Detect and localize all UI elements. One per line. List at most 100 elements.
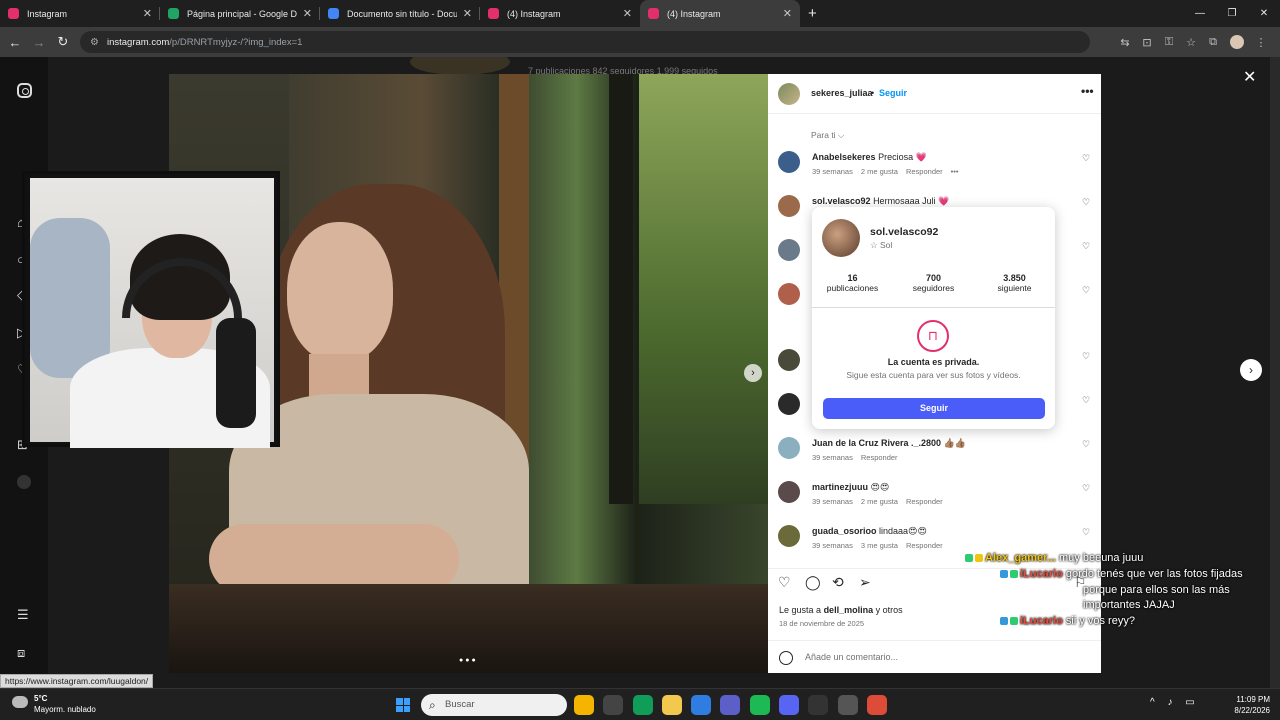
like-comment-heart-icon[interactable]: ♡ — [1082, 197, 1090, 208]
like-comment-heart-icon[interactable]: ♡ — [1082, 439, 1090, 450]
tray-chevron-icon[interactable]: ^ — [1150, 697, 1155, 708]
page-scrollbar[interactable] — [1270, 57, 1280, 688]
comment-avatar[interactable] — [778, 349, 800, 371]
microphone-icon[interactable]: ♪ — [1167, 697, 1172, 708]
password-key-icon[interactable]: ⚿ — [1158, 36, 1180, 49]
chrome-active-icon[interactable] — [866, 695, 887, 715]
comment-username[interactable]: Juan de la Cruz Rivera ._.2800 — [812, 438, 941, 448]
tab-close-icon[interactable]: ✕ — [463, 7, 472, 20]
hover-follow-button[interactable]: Seguir — [823, 398, 1045, 419]
tab-google-docs[interactable]: Documento sin título - Docum ✕ — [320, 0, 480, 27]
tab-instagram-1[interactable]: Instagram ✕ — [0, 0, 160, 27]
comment-username[interactable]: guada_osorioo — [812, 526, 877, 536]
like-comment-heart-icon[interactable]: ♡ — [1082, 527, 1090, 538]
more-options-icon[interactable]: ••• — [1081, 84, 1094, 98]
tab-instagram-active[interactable]: (4) Instagram ✕ — [640, 0, 800, 27]
comment-likes[interactable]: 3 me gusta — [861, 541, 898, 550]
add-comment-input[interactable]: Añade un comentario... — [805, 652, 898, 662]
comment-avatar[interactable] — [778, 481, 800, 503]
comment-avatar[interactable] — [778, 151, 800, 173]
comment-avatar[interactable] — [778, 283, 800, 305]
like-comment-heart-icon[interactable]: ♡ — [1082, 285, 1090, 296]
menu-icon[interactable]: ☰ — [17, 607, 29, 623]
tab-close-icon[interactable]: ✕ — [623, 7, 632, 20]
minimize-icon[interactable]: — — [1184, 0, 1216, 27]
back-arrow-icon[interactable]: ← — [3, 35, 27, 50]
address-bar[interactable]: ⚙ instagram.com/p/DRNRTmyjyz-/?img_index… — [80, 31, 1090, 53]
comment-text: lindaaa😍😍 — [879, 526, 927, 536]
install-app-icon[interactable]: ⊡ — [1136, 36, 1158, 49]
comment-avatar[interactable] — [778, 437, 800, 459]
restore-icon[interactable]: ❐ — [1216, 0, 1248, 27]
like-heart-icon[interactable]: ♡ — [778, 574, 791, 591]
comment-avatar[interactable] — [778, 525, 800, 547]
reply-button[interactable]: Responder — [906, 167, 943, 176]
tab-close-icon[interactable]: ✕ — [783, 7, 792, 20]
translate-icon[interactable]: ⇆ — [1114, 36, 1136, 49]
like-comment-heart-icon[interactable]: ♡ — [1082, 153, 1090, 164]
tab-instagram-2[interactable]: (4) Instagram ✕ — [480, 0, 640, 27]
outlook-icon[interactable] — [691, 695, 712, 715]
edge-icon[interactable] — [632, 695, 653, 715]
site-info-icon[interactable]: ⚙ — [90, 37, 99, 48]
epic-games-icon[interactable] — [808, 695, 829, 715]
author-username[interactable]: sekeres_juliaa — [811, 88, 873, 98]
comment-avatar[interactable] — [778, 195, 800, 217]
emoji-icon[interactable] — [779, 651, 793, 665]
instagram-logo-icon[interactable] — [17, 83, 32, 98]
spotify-icon[interactable] — [749, 695, 770, 715]
discord-icon[interactable] — [779, 695, 800, 715]
profile-icon[interactable] — [17, 475, 31, 489]
reply-button[interactable]: Responder — [906, 497, 943, 506]
tab-close-icon[interactable]: ✕ — [143, 7, 152, 20]
like-comment-heart-icon[interactable]: ♡ — [1082, 351, 1090, 362]
hover-username[interactable]: sol.velasco92 — [870, 226, 938, 238]
profile-avatar[interactable] — [1230, 35, 1244, 49]
threads-icon[interactable]: ⧈ — [17, 645, 25, 661]
comment-filter-dropdown[interactable]: Para ti ⌵ — [811, 130, 844, 141]
comment-avatar[interactable] — [778, 393, 800, 415]
taskbar-search[interactable]: Buscar — [421, 694, 567, 716]
comment-likes[interactable]: 2 me gusta — [861, 497, 898, 506]
bookmark-star-icon[interactable]: ☆ — [1180, 36, 1202, 49]
carousel-next-icon[interactable]: › — [744, 364, 762, 382]
comment-bubble-icon[interactable]: ◯ — [805, 574, 821, 591]
separator-dot: • — [871, 88, 875, 98]
tab-close-icon[interactable]: ✕ — [303, 7, 312, 20]
extensions-icon[interactable]: ⧉ — [1202, 36, 1224, 49]
store-icon[interactable] — [603, 695, 624, 715]
chrome-icon[interactable] — [574, 695, 594, 715]
hover-avatar[interactable] — [822, 219, 860, 257]
share-send-icon[interactable]: ➢ — [859, 574, 871, 591]
like-comment-heart-icon[interactable]: ♡ — [1082, 241, 1090, 252]
reply-button[interactable]: Responder — [906, 541, 943, 550]
comment-username[interactable]: sol.velasco92 — [812, 196, 871, 206]
close-window-icon[interactable]: ✕ — [1248, 0, 1280, 27]
comment-avatar[interactable] — [778, 239, 800, 261]
next-post-icon[interactable]: › — [1240, 359, 1262, 381]
teams-icon[interactable] — [720, 695, 741, 715]
close-post-icon[interactable]: ✕ — [1243, 67, 1256, 87]
browser-menu-icon[interactable]: ⋮ — [1250, 36, 1272, 49]
new-tab-button[interactable]: + — [808, 5, 817, 22]
file-explorer-icon[interactable] — [661, 695, 682, 715]
windows-start-icon[interactable] — [396, 698, 410, 712]
reply-button[interactable]: Responder — [861, 453, 898, 462]
obs-icon[interactable] — [837, 695, 858, 715]
likes-username[interactable]: dell_molina — [824, 605, 874, 615]
comment-likes[interactable]: 2 me gusta — [861, 167, 898, 176]
tab-google-drive[interactable]: Página principal - Google Drive ✕ — [160, 0, 320, 27]
taskbar-clock[interactable]: 11:09 PM 8/22/2026 — [1226, 694, 1270, 716]
display-icon[interactable]: ▭ — [1185, 697, 1194, 708]
like-comment-heart-icon[interactable]: ♡ — [1082, 395, 1090, 406]
comment-username[interactable]: martinezjuuu — [812, 482, 868, 492]
repost-icon[interactable]: ⟲ — [832, 574, 844, 591]
comment-username[interactable]: Anabelsekeres — [812, 152, 876, 162]
forward-arrow-icon[interactable]: → — [27, 35, 51, 50]
author-avatar[interactable] — [778, 83, 800, 105]
like-comment-heart-icon[interactable]: ♡ — [1082, 483, 1090, 494]
comment-options-icon[interactable]: ••• — [951, 167, 959, 176]
reload-icon[interactable]: ↻ — [51, 34, 75, 50]
follow-button[interactable]: Seguir — [879, 88, 907, 98]
likes-others[interactable]: y otros — [876, 605, 903, 615]
